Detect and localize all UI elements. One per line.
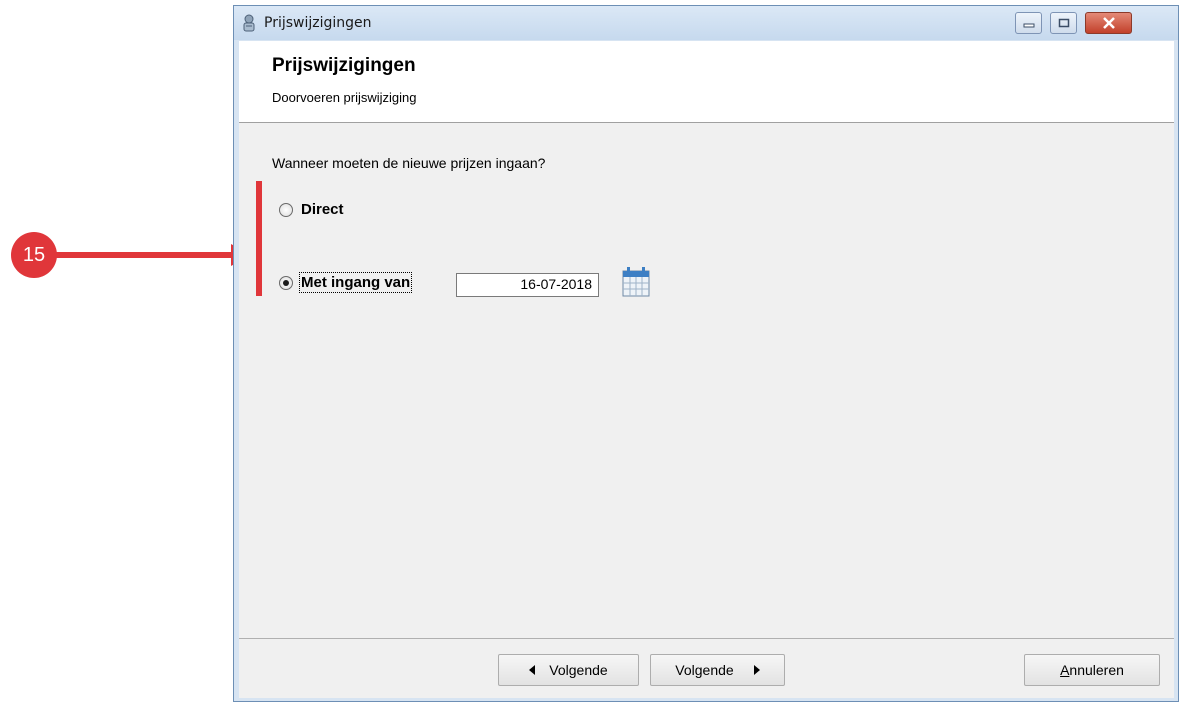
arrow-left-icon: [529, 665, 536, 675]
header-panel: Prijswijzigingen Doorvoeren prijswijzigi…: [239, 41, 1174, 123]
previous-button-label: Volgende: [549, 662, 608, 678]
annotation-badge: 15: [11, 232, 57, 278]
cancel-button[interactable]: Annuleren: [1024, 654, 1160, 686]
option-met-ingang-van[interactable]: Met ingang van: [279, 272, 413, 293]
annotation-arrow-line: [55, 252, 233, 258]
previous-button[interactable]: Volgende: [498, 654, 639, 686]
dialog-body: Prijswijzigingen Doorvoeren prijswijzigi…: [239, 41, 1174, 698]
question-label: Wanneer moeten de nieuwe prijzen ingaan?: [272, 155, 546, 171]
minimize-icon: [1023, 23, 1034, 28]
maximize-icon: [1058, 18, 1069, 28]
dialog-window: Prijswijzigingen Prijswijzigingen Doorvo…: [233, 5, 1179, 702]
next-button[interactable]: Volgende: [650, 654, 785, 686]
maximize-button[interactable]: [1050, 12, 1077, 34]
footer-bar: Volgende Volgende Annuleren: [239, 638, 1174, 698]
radio-direct[interactable]: [279, 202, 293, 217]
arrow-right-icon: [753, 665, 760, 675]
cancel-button-label: Annuleren: [1060, 662, 1124, 678]
radio-met-ingang-van[interactable]: [279, 275, 293, 290]
option-direct[interactable]: Direct: [279, 201, 344, 218]
window-title: Prijswijzigingen: [264, 15, 372, 31]
close-icon: [1102, 17, 1115, 29]
radio-met-ingang-van-label[interactable]: Met ingang van: [298, 272, 413, 293]
page-subtitle: Doorvoeren prijswijziging: [272, 90, 417, 105]
title-bar[interactable]: Prijswijzigingen: [234, 6, 1178, 40]
annotation-highlight-bar: [256, 181, 262, 296]
minimize-button[interactable]: [1015, 12, 1042, 34]
app-icon: [243, 14, 255, 32]
date-field[interactable]: 16-07-2018: [456, 273, 599, 297]
close-button[interactable]: [1085, 12, 1132, 34]
radio-direct-label[interactable]: Direct: [301, 201, 344, 218]
page-title: Prijswijzigingen: [272, 55, 416, 76]
calendar-icon[interactable]: [619, 265, 653, 299]
next-button-label: Volgende: [675, 662, 734, 678]
